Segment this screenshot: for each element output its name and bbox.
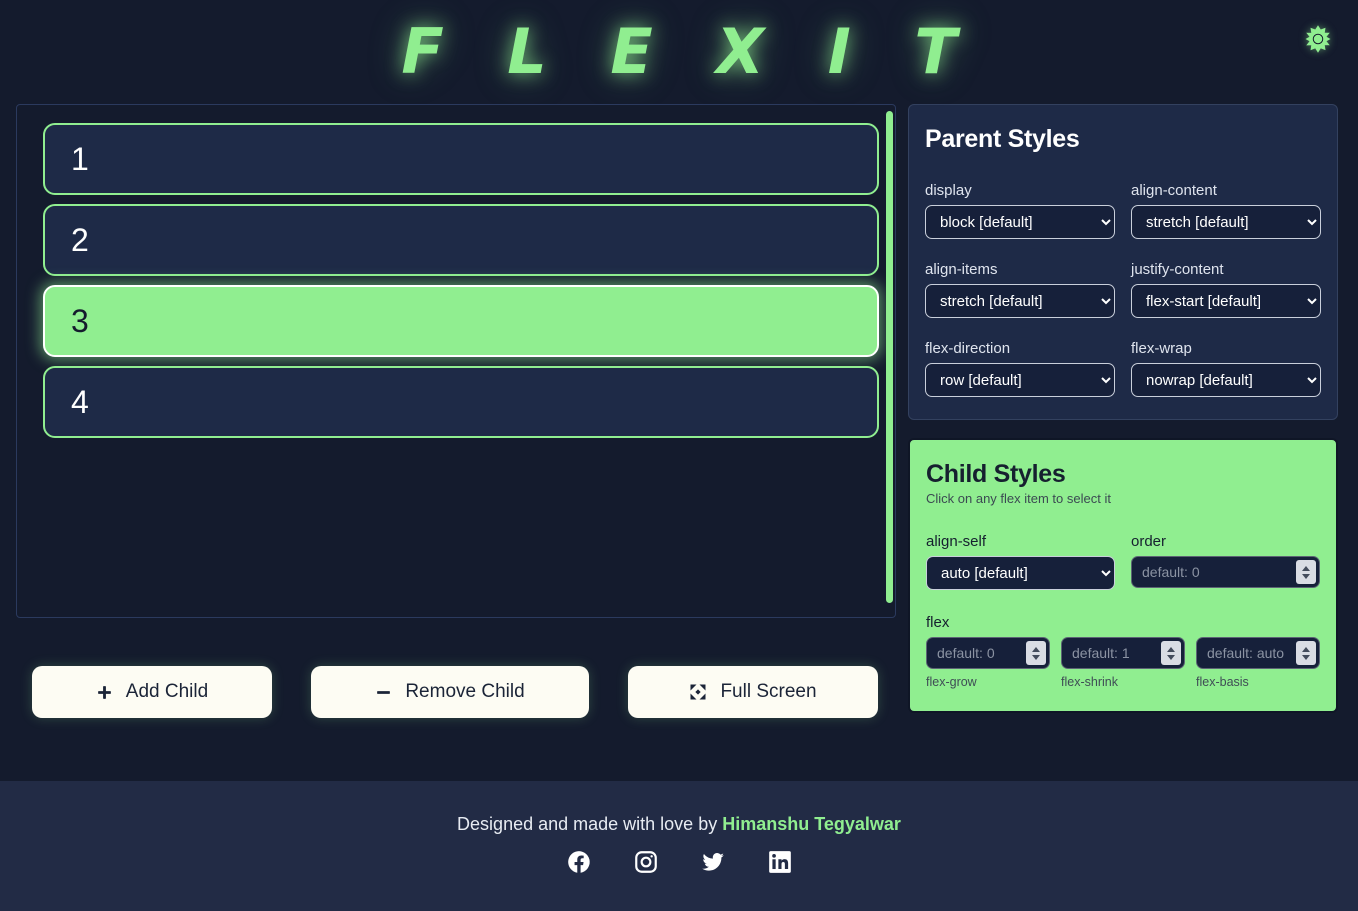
child-styles-subtitle: Click on any flex item to select it [926,491,1111,506]
flex-grow-stepper[interactable] [1026,641,1046,665]
facebook-link[interactable] [565,851,593,879]
twitter-icon [700,849,726,880]
align-items-field: align-items stretch [default] [925,261,1115,318]
instagram-icon [633,849,659,880]
align-self-select[interactable]: auto [default] [926,556,1115,590]
flex-item-1[interactable]: 1 [43,123,879,195]
flex-wrap-select[interactable]: nowrap [default] [1131,363,1321,397]
add-child-label: Add Child [125,681,209,702]
instagram-link[interactable] [632,851,660,879]
flex-item-2[interactable]: 2 [43,204,879,276]
flex-basis-input-wrapper [1196,637,1320,669]
display-select[interactable]: block [default] [925,205,1115,239]
parent-styles-grid: display block [default] align-content stret… [925,182,1321,397]
chevron-down-icon [1167,654,1175,660]
full-screen-button[interactable]: Full Screen [628,666,878,718]
align-self-label: align-self [926,533,987,550]
align-content-label: align-content [1131,182,1217,199]
flex-basis-stepper[interactable] [1296,641,1316,665]
flex-shrink-sublabel: flex-shrink [1061,675,1118,689]
facebook-icon [566,849,592,880]
chevron-down-icon [1032,654,1040,660]
flex-shrink-input-wrapper [1061,637,1185,669]
align-content-select[interactable]: stretch [default] [1131,205,1321,239]
flex-item-3[interactable]: 3 [43,285,879,357]
flex-shorthand-field: flex flex-grow flex-shrink flex-basis [926,614,1320,689]
display-field: display block [default] [925,182,1115,239]
chevron-down-icon [1302,573,1310,579]
child-styles-panel: Child Styles Click on any flex item to s… [908,438,1338,713]
flex-grow-input-wrapper [926,637,1050,669]
chevron-up-icon [1032,646,1040,652]
action-button-row: Add Child Remove Child Full Screen [16,666,896,718]
flex-shrink-field: flex-shrink [1061,637,1185,689]
controls-column: Parent Styles display block [default] alig… [908,104,1338,713]
remove-child-button[interactable]: Remove Child [311,666,589,718]
app-header: F L E X I T [0,0,1358,104]
justify-content-select[interactable]: flex-start [default] [1131,284,1321,318]
expand-arrows-icon [689,683,707,701]
chevron-up-icon [1302,565,1310,571]
chevron-down-icon [1302,654,1310,660]
align-content-field: align-content stretch [default] [1131,182,1321,239]
justify-content-label: justify-content [1131,261,1224,278]
flex-wrap-field: flex-wrap nowrap [default] [1131,340,1321,397]
sun-icon [1303,24,1333,59]
parent-styles-panel: Parent Styles display block [default] alig… [908,104,1338,420]
flex-basis-field: flex-basis [1196,637,1320,689]
align-self-field: align-self auto [default] [926,533,1115,590]
preview-scrollbar-thumb[interactable] [886,111,893,603]
minus-icon [375,684,392,701]
parent-styles-title: Parent Styles [925,125,1080,153]
order-field: order [1131,533,1320,590]
app-logo: F L E X I T [401,15,978,88]
author-name: Himanshu Tegyalwar [722,813,901,834]
flex-shrink-stepper[interactable] [1161,641,1181,665]
order-stepper[interactable] [1296,560,1316,584]
page-footer: Designed and made with love by Himanshu … [0,781,1358,911]
flex-basis-sublabel: flex-basis [1196,675,1249,689]
linkedin-icon [767,849,793,880]
preview-scrollbar[interactable] [885,105,895,617]
preview-column: 1 2 3 4 Add Child Remove Child Full Screen [16,104,896,718]
flex-wrap-label: flex-wrap [1131,340,1192,357]
flex-item-label: 3 [71,302,89,339]
remove-child-label: Remove Child [405,681,525,702]
flex-items-area: 1 2 3 4 [43,123,879,607]
flex-item-label: 4 [71,383,89,420]
align-items-label: align-items [925,261,998,278]
chevron-up-icon [1167,646,1175,652]
flex-grow-field: flex-grow [926,637,1050,689]
social-links [565,851,794,879]
justify-content-field: justify-content flex-start [default] [1131,261,1321,318]
flex-item-label: 1 [71,140,89,177]
align-items-select[interactable]: stretch [default] [925,284,1115,318]
child-top-grid: align-self auto [default] order [926,533,1320,590]
linkedin-link[interactable] [766,851,794,879]
flex-preview-container[interactable]: 1 2 3 4 [16,104,896,618]
flex-direction-field: flex-direction row [default] [925,340,1115,397]
credit-prefix: Designed and made with love by [457,813,723,834]
order-label: order [1131,533,1167,550]
main-content: 1 2 3 4 Add Child Remove Child Full Screen … [0,104,1358,718]
add-child-button[interactable]: Add Child [32,666,272,718]
full-screen-label: Full Screen [720,681,817,702]
chevron-up-icon [1302,646,1310,652]
flex-direction-select[interactable]: row [default] [925,363,1115,397]
flex-label: flex [926,614,950,631]
display-label: display [925,182,972,199]
flex-item-label: 2 [71,221,89,258]
flex-direction-label: flex-direction [925,340,1011,357]
credit-text: Designed and made with love by Himanshu … [457,814,901,835]
order-input[interactable] [1131,556,1320,588]
child-styles-title: Child Styles [926,460,1066,488]
flex-inputs-row: flex-grow flex-shrink flex-basis [926,637,1320,689]
plus-icon [96,684,113,701]
theme-toggle-button[interactable] [1301,24,1335,58]
twitter-link[interactable] [699,851,727,879]
flex-grow-sublabel: flex-grow [926,675,977,689]
order-input-wrapper [1131,556,1320,588]
flex-item-4[interactable]: 4 [43,366,879,438]
